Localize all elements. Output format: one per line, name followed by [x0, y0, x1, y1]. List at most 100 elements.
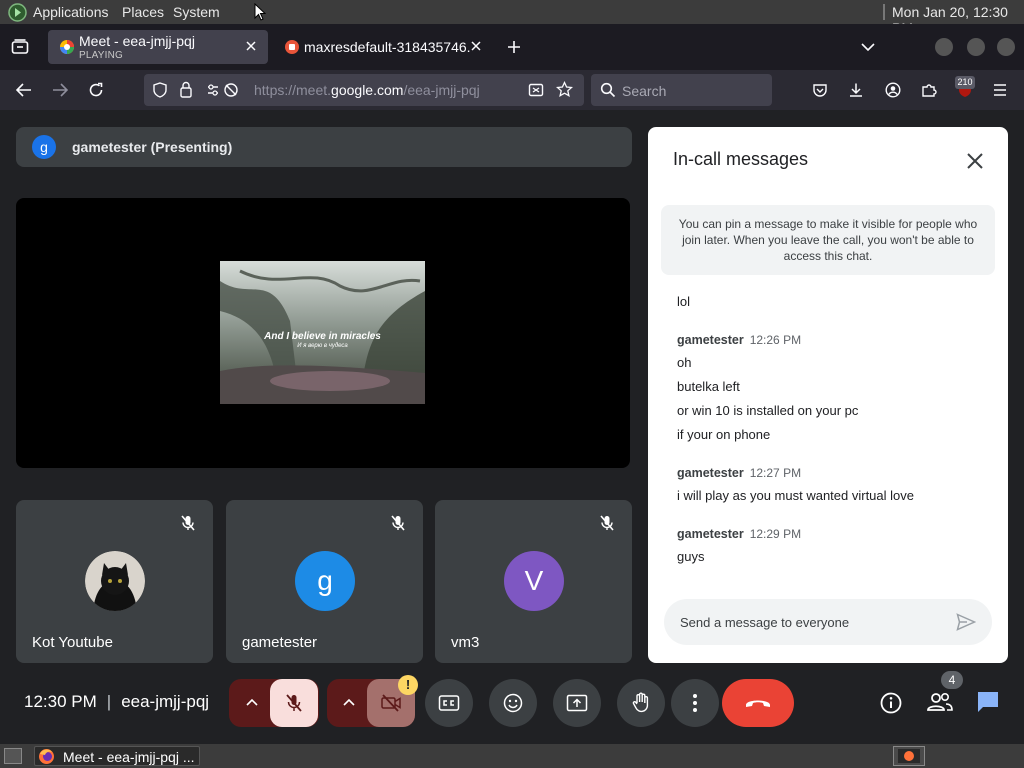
system-top-panel: Applications Places System Mon Jan 20, 1…: [0, 0, 1024, 36]
participant-name: Kot Youtube: [32, 634, 113, 651]
people-icon[interactable]: [926, 690, 954, 714]
forward-arrow-icon[interactable]: [48, 78, 72, 102]
mic-off-button[interactable]: [270, 679, 318, 727]
more-options-button[interactable]: [671, 679, 719, 727]
participant-tile[interactable]: Kot Youtube: [16, 500, 213, 663]
chat-message: oh: [677, 355, 692, 370]
presentation-stage[interactable]: And I believe in miracles И я верю в чуд…: [16, 198, 630, 468]
in-call-messages-panel: In-call messages You can pin a message t…: [648, 127, 1008, 663]
account-icon[interactable]: [881, 78, 905, 102]
presenter-label: gametester (Presenting): [72, 139, 233, 155]
distro-logo-icon[interactable]: [8, 3, 27, 22]
chat-sender: gametester 12:26 PM: [677, 333, 801, 347]
hamburger-menu-icon[interactable]: [988, 78, 1012, 102]
message-time: 12:29 PM: [749, 527, 802, 541]
tab-meet[interactable]: Meet - eea-jmjj-pqj PLAYING: [48, 30, 268, 64]
lock-icon[interactable]: [179, 81, 193, 98]
chat-title: In-call messages: [673, 149, 809, 169]
browser-nav-bar: https://meet.google.com/eea-jmjj-pqj Sea…: [0, 70, 1024, 110]
leave-call-button[interactable]: [722, 679, 794, 727]
presenter-bar: g gametester (Presenting): [16, 127, 632, 167]
url-bar[interactable]: https://meet.google.com/eea-jmjj-pqj: [144, 74, 584, 106]
extensions-puzzle-icon[interactable]: [917, 78, 941, 102]
meeting-details-info-icon[interactable]: [879, 691, 903, 715]
mic-off-icon: [179, 514, 197, 532]
mouse-cursor-icon: [254, 3, 266, 21]
closed-captions-icon: [438, 695, 460, 711]
taskbar-window-button[interactable]: Meet - eea-jmjj-pqj ...: [34, 746, 200, 766]
participant-tile[interactable]: g gametester: [226, 500, 423, 663]
pocket-icon[interactable]: [808, 78, 832, 102]
chat-icon[interactable]: [975, 689, 1001, 715]
people-count-badge: 4: [941, 671, 963, 689]
tab-image[interactable]: maxresdefault-318435746.: [276, 30, 486, 64]
video-options-chevron-up-icon[interactable]: [342, 697, 356, 707]
window-maximize-button[interactable]: [967, 38, 985, 56]
new-tab-plus-icon[interactable]: [502, 35, 526, 59]
participant-name: vm3: [451, 634, 480, 651]
participant-tile[interactable]: V vm3: [435, 500, 632, 663]
url-prefix: https://meet.: [254, 82, 332, 98]
close-icon[interactable]: [964, 150, 986, 172]
image-favicon-icon: [284, 39, 300, 55]
message-time: 12:26 PM: [749, 333, 802, 347]
present-screen-button[interactable]: [553, 679, 601, 727]
permissions-icon[interactable]: [206, 82, 240, 98]
close-tab-icon[interactable]: [470, 40, 482, 52]
camera-warning-badge[interactable]: !: [398, 675, 418, 695]
captions-button[interactable]: [425, 679, 473, 727]
mic-control-group: [229, 679, 319, 727]
menu-applications[interactable]: Applications: [33, 4, 109, 20]
shared-caption-main: And I believe in miracles: [264, 331, 381, 342]
chat-message: if your on phone: [677, 427, 771, 442]
url-text[interactable]: https://meet.google.com/eea-jmjj-pqj: [254, 82, 480, 98]
workspace-switcher[interactable]: [893, 746, 925, 766]
sender-name: gametester: [677, 527, 744, 541]
menu-places[interactable]: Places: [122, 4, 164, 20]
participant-name: gametester: [242, 634, 318, 651]
window-minimize-button[interactable]: [935, 38, 953, 56]
window-close-button[interactable]: [997, 38, 1015, 56]
url-path: /eea-jmjj-pqj: [403, 82, 480, 98]
bookmark-star-icon[interactable]: [556, 81, 573, 98]
extension-badge-count: 210: [955, 76, 975, 89]
avatar: [85, 551, 145, 611]
url-domain: google.com: [331, 82, 404, 98]
reload-icon[interactable]: [84, 78, 108, 102]
system-taskbar: Meet - eea-jmjj-pqj ...: [0, 744, 1024, 768]
more-vert-icon: [693, 694, 697, 712]
tracking-protection-shield-icon[interactable]: [152, 82, 168, 98]
pin-message-note: You can pin a message to make it visible…: [661, 205, 995, 275]
show-desktop-icon[interactable]: [4, 748, 22, 764]
panel-separator: [883, 4, 885, 20]
audio-options-chevron-up-icon[interactable]: [245, 697, 259, 707]
avatar: g: [295, 551, 355, 611]
tab-meet-title: Meet - eea-jmjj-pqj: [79, 33, 195, 49]
chat-message-input[interactable]: Send a message to everyone: [664, 599, 992, 645]
camera-off-icon: [381, 694, 401, 712]
firefox-view-icon[interactable]: [8, 35, 32, 59]
current-time: 12:30 PM: [24, 692, 97, 711]
chat-message: i will play as you must wanted virtual l…: [677, 488, 914, 503]
chat-sender: gametester 12:29 PM: [677, 527, 801, 541]
mic-off-icon: [598, 514, 616, 532]
taskbar-window-title: Meet - eea-jmjj-pqj ...: [63, 749, 195, 765]
raise-hand-button[interactable]: [617, 679, 665, 727]
menu-system[interactable]: System: [173, 4, 220, 20]
tab-image-title: maxresdefault-318435746.: [304, 39, 471, 55]
chat-message: guys: [677, 549, 705, 564]
firefox-icon: [38, 748, 55, 765]
send-icon[interactable]: [956, 613, 976, 631]
search-bar[interactable]: Search: [591, 74, 772, 106]
chat-message: lol: [677, 294, 691, 309]
reader-view-icon[interactable]: [528, 82, 544, 98]
reactions-button[interactable]: [489, 679, 537, 727]
emoji-smile-icon: [503, 693, 523, 713]
downloads-icon[interactable]: [844, 78, 868, 102]
list-all-tabs-chevron-down-icon[interactable]: [856, 35, 880, 59]
search-placeholder: Search: [622, 83, 667, 99]
close-tab-icon[interactable]: [245, 40, 257, 52]
shared-screen-thumbnail: And I believe in miracles И я верю в чуд…: [220, 261, 425, 404]
mic-off-icon: [286, 694, 302, 712]
back-arrow-icon[interactable]: [12, 78, 36, 102]
